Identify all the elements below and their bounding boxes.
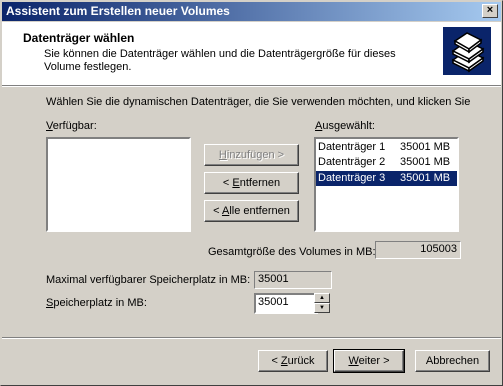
close-icon: × — [486, 4, 494, 16]
available-label-text: erfügbar: — [52, 120, 97, 132]
next-button[interactable]: Weiter > — [333, 349, 405, 373]
next-button-label: eiter > — [358, 355, 390, 367]
wizard-window: Assistent zum Erstellen neuer Volumes × … — [0, 0, 503, 386]
spin-up-button[interactable]: ▲ — [314, 293, 330, 303]
footer-divider — [2, 337, 501, 339]
space-label-text: peicherplatz in MB: — [53, 297, 147, 309]
total-size-value: 105003 — [375, 241, 461, 259]
remove-all-button-prefix: < — [213, 205, 222, 217]
back-button[interactable]: < Zurück — [258, 350, 328, 372]
available-label: Verfügbar: — [46, 120, 97, 132]
back-button-accesskey: Z — [280, 355, 288, 367]
selected-label: Ausgewählt: — [315, 120, 375, 132]
disk-name: Datenträger 1 — [318, 141, 386, 153]
chevron-down-icon: ▼ — [319, 305, 325, 311]
close-button[interactable]: × — [482, 4, 498, 18]
disk-size: 35001 MB — [400, 156, 451, 168]
remove-all-button[interactable]: < Alle entfernen — [204, 200, 299, 222]
available-label-accesskey: V — [46, 120, 53, 132]
window-title: Assistent zum Erstellen neuer Volumes — [6, 4, 230, 18]
disk-size: 35001 MB — [400, 172, 451, 184]
remove-button[interactable]: < Entfernen — [204, 172, 299, 194]
back-button-prefix: < — [271, 355, 281, 367]
chevron-up-icon: ▲ — [319, 295, 325, 301]
disk-name: Datenträger 3 — [318, 172, 386, 184]
selected-label-text: usgewählt: — [322, 120, 375, 132]
header-divider — [2, 85, 501, 87]
remove-all-button-label: lle entfernen — [229, 205, 290, 217]
title-bar[interactable]: Assistent zum Erstellen neuer Volumes × — [2, 2, 501, 21]
disk-stack-icon — [443, 27, 491, 75]
disk-name: Datenträger 2 — [318, 156, 386, 168]
max-space-label: Maximal verfügbarer Speicherplatz in MB: — [46, 274, 251, 286]
space-label: Speicherplatz in MB: — [46, 297, 147, 309]
back-button-label: urück — [287, 355, 315, 367]
header-title: Datenträger wählen — [23, 31, 135, 45]
spin-down-button[interactable]: ▼ — [314, 303, 330, 313]
next-button-accesskey: W — [348, 355, 359, 367]
list-item[interactable]: Datenträger 2 35001 MB — [316, 155, 457, 170]
instruction-text: Wählen Sie die dynamischen Datenträger, … — [46, 96, 471, 108]
add-button[interactable]: Hinzufügen > — [204, 144, 299, 166]
remove-button-accesskey: E — [232, 177, 240, 189]
list-item[interactable]: Datenträger 1 35001 MB — [316, 140, 457, 155]
selected-disks-list[interactable]: Datenträger 1 35001 MB Datenträger 2 350… — [314, 137, 459, 232]
wizard-header: Datenträger wählen Sie können die Datent… — [2, 22, 501, 85]
header-subtitle: Sie können die Datenträger wählen und di… — [44, 48, 396, 73]
disk-size: 35001 MB — [400, 141, 451, 153]
add-button-accesskey: H — [218, 149, 227, 161]
available-disks-list[interactable] — [46, 137, 191, 232]
list-item-selected[interactable]: Datenträger 3 35001 MB — [316, 171, 457, 186]
remove-button-prefix: < — [222, 177, 233, 189]
max-space-value: 35001 — [254, 271, 332, 289]
total-size-label: Gesamtgröße des Volumes in MB: — [208, 246, 376, 258]
cancel-button[interactable]: Abbrechen — [415, 350, 490, 372]
space-input[interactable]: 35001 — [254, 293, 318, 314]
add-button-label: inzufügen > — [226, 149, 285, 161]
remove-button-label: ntfernen — [239, 177, 281, 189]
